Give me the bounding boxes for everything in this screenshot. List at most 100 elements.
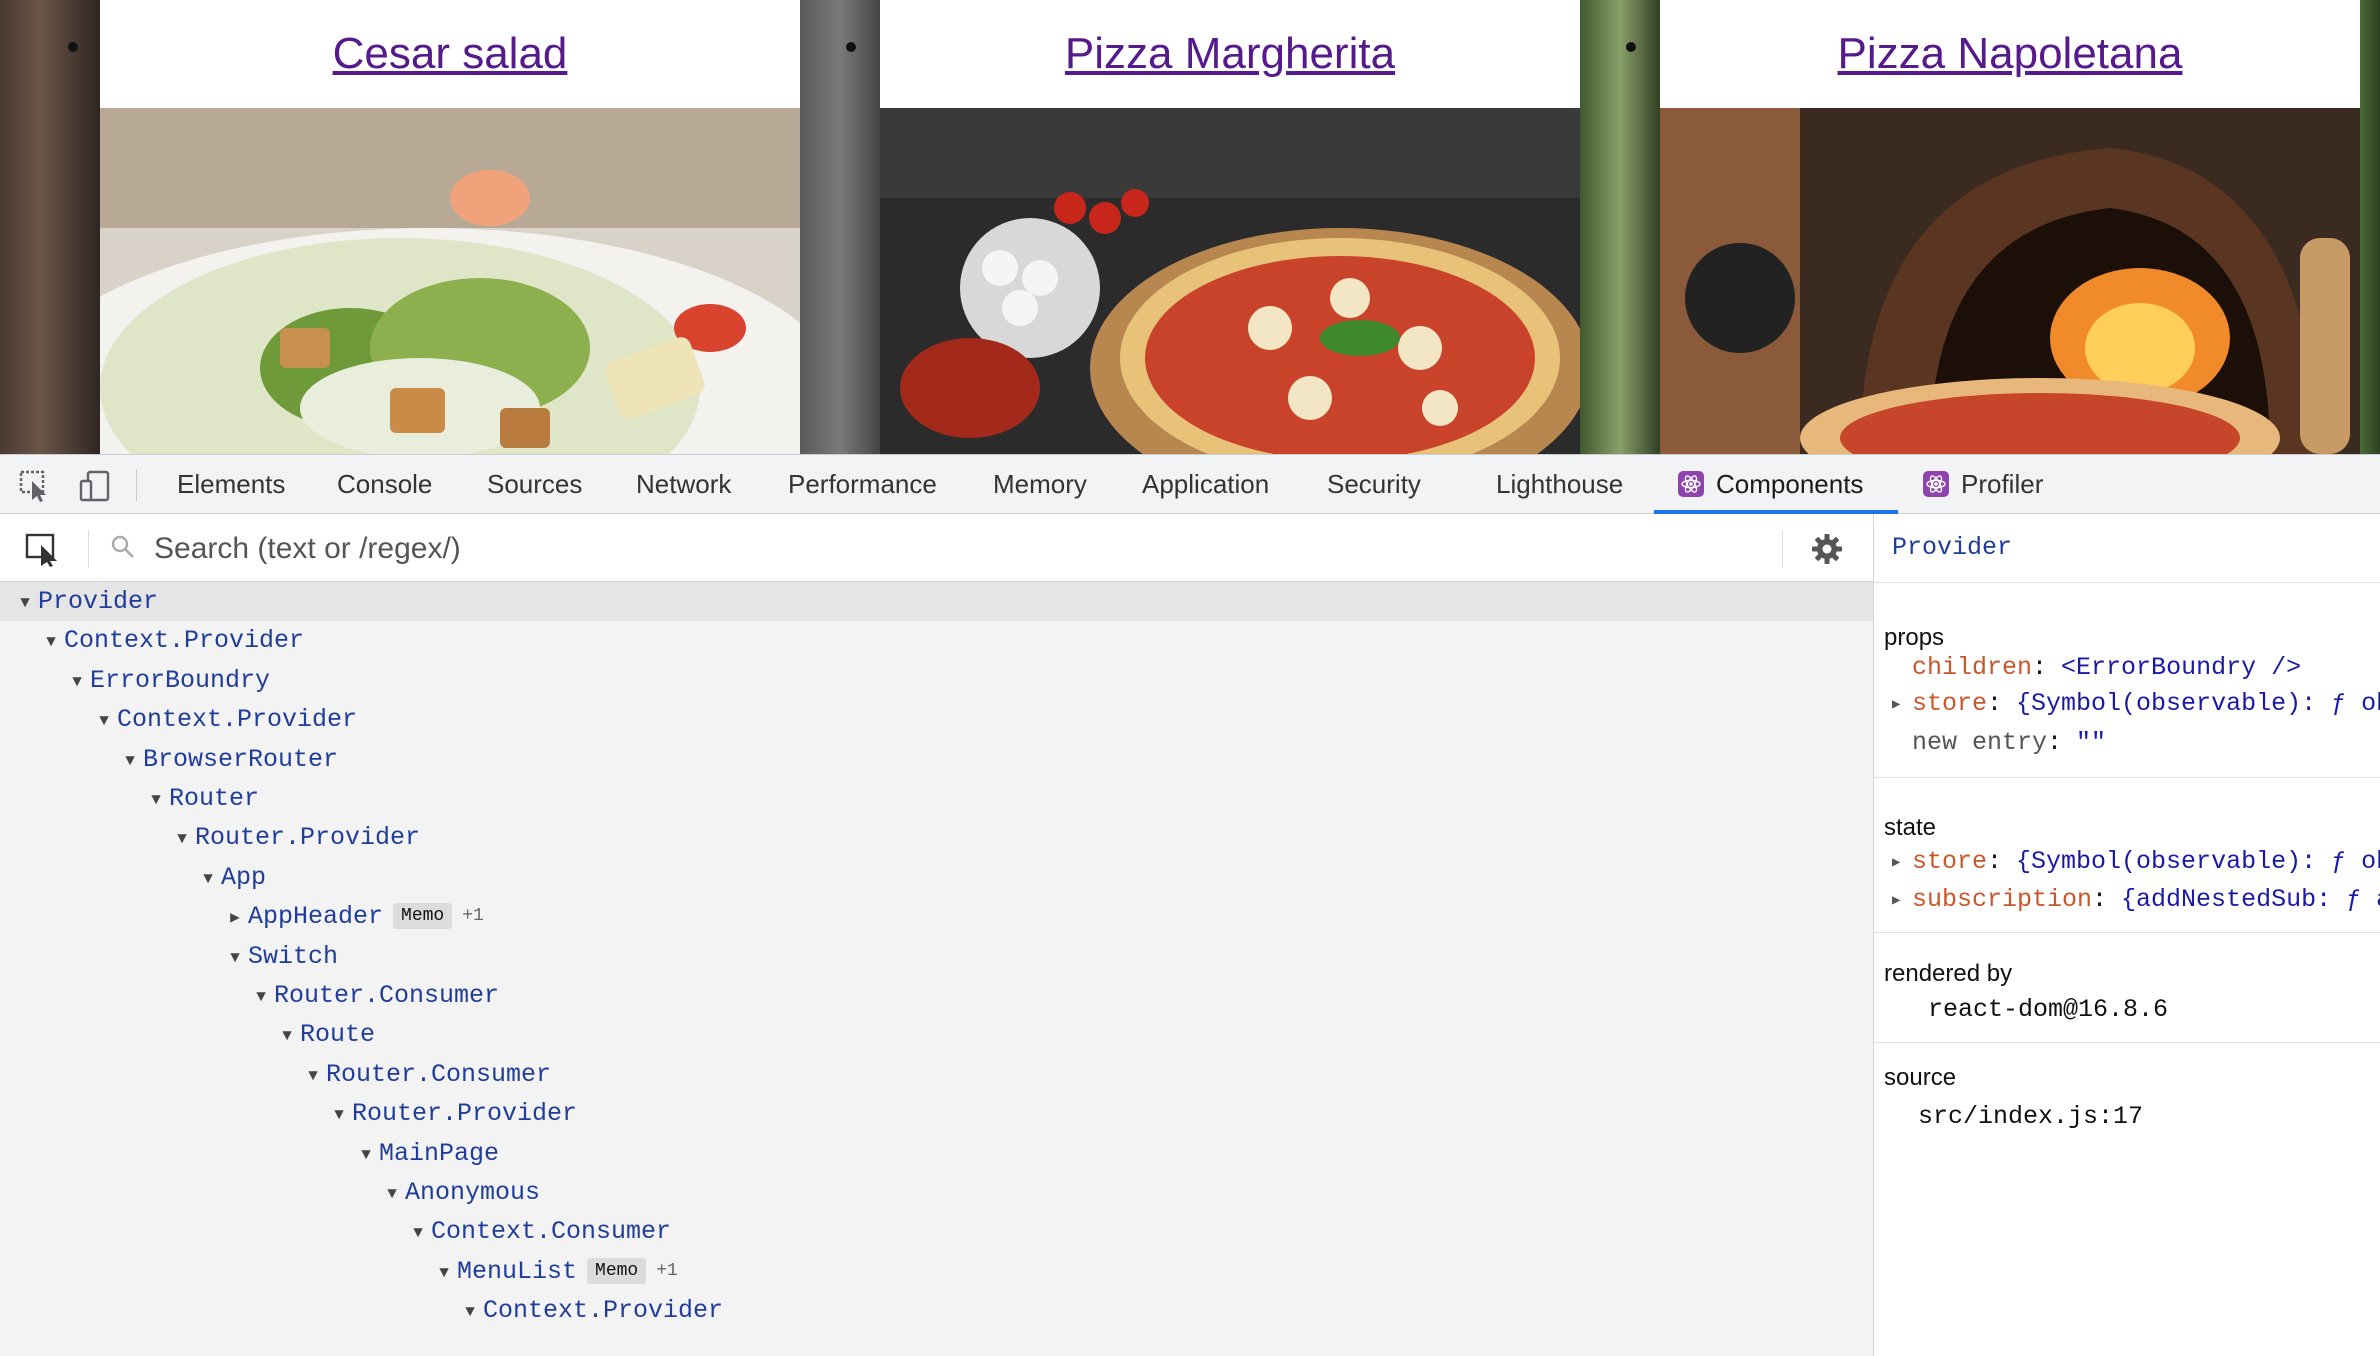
collapse-arrow-icon[interactable]: ▼ xyxy=(169,820,195,859)
tree-row[interactable]: ▼ Router.Provider xyxy=(0,1094,1873,1133)
tab-lighthouse[interactable]: Lighthouse xyxy=(1496,455,1623,513)
memo-badge: Memo xyxy=(393,903,453,929)
gear-icon[interactable] xyxy=(1810,532,1844,566)
tab-memory[interactable]: Memory xyxy=(993,455,1087,513)
collapse-arrow-icon[interactable]: ▼ xyxy=(379,1175,405,1214)
tree-row[interactable]: ▼ ErrorBoundry xyxy=(0,661,1873,700)
component-name[interactable]: Router.Provider xyxy=(195,823,420,852)
collapse-arrow-icon[interactable]: ▼ xyxy=(143,781,169,820)
collapse-arrow-icon[interactable]: ▼ xyxy=(405,1214,431,1253)
tab-components[interactable]: Components xyxy=(1678,455,1863,513)
component-name[interactable]: Provider xyxy=(38,587,158,616)
component-name[interactable]: MenuList xyxy=(457,1257,577,1286)
component-name[interactable]: BrowserRouter xyxy=(143,745,338,774)
devtools-tabbar: Elements Console Sources Network Perform… xyxy=(0,454,2380,514)
tab-performance[interactable]: Performance xyxy=(788,455,937,513)
tree-row[interactable]: ▼ Route xyxy=(0,1015,1873,1054)
component-name[interactable]: Context.Provider xyxy=(117,705,357,734)
pizza-napoletana-photo xyxy=(1660,108,2360,454)
background-strip xyxy=(2360,0,2380,454)
recipe-title-link[interactable]: Pizza Margherita xyxy=(1065,29,1395,79)
tab-profiler[interactable]: Profiler xyxy=(1923,455,2043,513)
new-prop-entry[interactable]: new entry: "" xyxy=(1874,725,2380,761)
recipe-title-link[interactable]: Cesar salad xyxy=(333,29,568,79)
tree-row[interactable]: ▼ Router.Provider xyxy=(0,818,1873,857)
component-name[interactable]: Router xyxy=(169,784,259,813)
tree-row[interactable]: ▼ Context.Provider xyxy=(0,621,1873,660)
tab-elements[interactable]: Elements xyxy=(177,455,285,513)
rendered-by-value: react-dom@16.8.6 xyxy=(1928,995,2169,1024)
component-name[interactable]: Router.Consumer xyxy=(326,1060,551,1089)
recipe-card: Cesar salad xyxy=(100,0,800,454)
web-page: Cesar salad Pizza Margherita Pizza Napol… xyxy=(0,0,2380,454)
component-name[interactable]: Context.Provider xyxy=(483,1296,723,1325)
tree-row[interactable]: ▼ Context.Provider xyxy=(0,1291,1873,1330)
collapse-arrow-icon[interactable]: ▼ xyxy=(64,663,90,702)
collapse-arrow-icon[interactable]: ▼ xyxy=(300,1057,326,1096)
prop-row[interactable]: ▶ store: {Symbol(observable): ƒ ob xyxy=(1874,686,2380,722)
tab-sources[interactable]: Sources xyxy=(487,455,582,513)
component-name[interactable]: Route xyxy=(300,1020,375,1049)
rendered-by-label: rendered by xyxy=(1884,960,2013,987)
card-title-area: Pizza Napoletana xyxy=(1660,0,2360,108)
component-name[interactable]: Router.Consumer xyxy=(274,981,499,1010)
state-row[interactable]: ▶ store: {Symbol(observable): ƒ ob xyxy=(1874,844,2380,880)
recipe-title-link[interactable]: Pizza Napoletana xyxy=(1838,29,2183,79)
tree-row[interactable]: ▼ Provider xyxy=(0,582,1873,621)
inspect-element-icon[interactable] xyxy=(18,469,52,503)
collapse-arrow-icon[interactable]: ▼ xyxy=(248,978,274,1017)
component-name[interactable]: App xyxy=(221,863,266,892)
tree-row[interactable]: ▼ MainPage xyxy=(0,1134,1873,1173)
device-toolbar-icon[interactable] xyxy=(78,469,112,503)
collapse-arrow-icon[interactable]: ▼ xyxy=(326,1096,352,1135)
pizza-margherita-photo xyxy=(880,108,1580,454)
tree-row[interactable]: ▼ BrowserRouter xyxy=(0,740,1873,779)
collapse-arrow-icon[interactable]: ▼ xyxy=(12,584,38,623)
component-name[interactable]: Switch xyxy=(248,942,338,971)
tree-row[interactable]: ▼ Context.Consumer xyxy=(0,1212,1873,1251)
collapse-arrow-icon[interactable]: ▼ xyxy=(274,1017,300,1056)
components-toolbar xyxy=(0,514,1873,582)
tree-row[interactable]: ▶ AppHeader Memo +1 xyxy=(0,897,1873,936)
divider xyxy=(1874,582,2380,583)
component-name[interactable]: ErrorBoundry xyxy=(90,666,270,695)
state-row[interactable]: ▶ subscription: {addNestedSub: ƒ a xyxy=(1874,882,2380,918)
collapse-arrow-icon[interactable]: ▼ xyxy=(457,1293,483,1332)
collapse-arrow-icon[interactable]: ▼ xyxy=(431,1254,457,1293)
tree-row[interactable]: ▼ MenuList Memo +1 xyxy=(0,1252,1873,1291)
collapse-arrow-icon[interactable]: ▼ xyxy=(195,860,221,899)
component-name[interactable]: Context.Provider xyxy=(64,626,304,655)
collapse-arrow-icon[interactable]: ▼ xyxy=(353,1136,379,1175)
collapse-arrow-icon[interactable]: ▼ xyxy=(222,939,248,978)
component-name[interactable]: Router.Provider xyxy=(352,1099,577,1128)
collapse-arrow-icon[interactable]: ▼ xyxy=(117,742,143,781)
component-tree: ▼ Provider ▼ Context.Provider ▼ ErrorBoundry ▼… xyxy=(0,582,1873,1356)
tree-row[interactable]: ▼ Context.Provider xyxy=(0,700,1873,739)
select-element-icon[interactable] xyxy=(24,531,64,567)
collapse-arrow-icon[interactable]: ▼ xyxy=(38,623,64,662)
tab-network[interactable]: Network xyxy=(636,455,731,513)
tab-security[interactable]: Security xyxy=(1327,455,1421,513)
tree-row[interactable]: ▼ App xyxy=(0,858,1873,897)
component-name[interactable]: Context.Consumer xyxy=(431,1217,671,1246)
tree-row[interactable]: ▼ Router.Consumer xyxy=(0,976,1873,1015)
expand-arrow-icon[interactable]: ▶ xyxy=(222,899,248,938)
tab-components-label: Components xyxy=(1716,469,1864,499)
component-name[interactable]: AppHeader xyxy=(248,902,383,931)
tab-console[interactable]: Console xyxy=(337,455,432,513)
component-name[interactable]: Anonymous xyxy=(405,1178,540,1207)
component-search-input[interactable] xyxy=(152,526,1156,572)
tree-row[interactable]: ▼ Router xyxy=(0,779,1873,818)
toolbar-divider xyxy=(1782,530,1783,568)
salad-photo xyxy=(100,108,800,454)
hoc-count: +1 xyxy=(462,906,484,926)
tab-application[interactable]: Application xyxy=(1142,455,1269,513)
source-value[interactable]: src/index.js:17 xyxy=(1918,1102,2143,1131)
tree-row[interactable]: ▼ Router.Consumer xyxy=(0,1055,1873,1094)
prop-row[interactable]: children: <ErrorBoundry /> xyxy=(1874,650,2380,686)
collapse-arrow-icon[interactable]: ▼ xyxy=(91,702,117,741)
tree-row[interactable]: ▼ Anonymous xyxy=(0,1173,1873,1212)
expand-arrow-icon: ▶ xyxy=(1892,855,1901,871)
tree-row[interactable]: ▼ Switch xyxy=(0,937,1873,976)
component-name[interactable]: MainPage xyxy=(379,1139,499,1168)
